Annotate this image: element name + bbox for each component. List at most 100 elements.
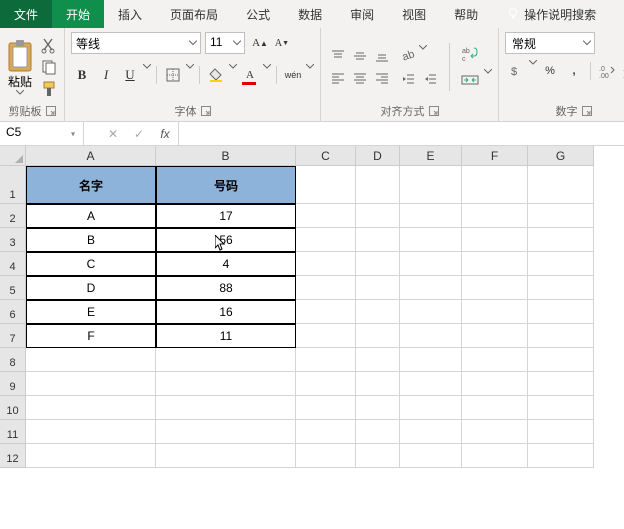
cell[interactable] [528,348,594,372]
cell[interactable] [26,444,156,468]
cell[interactable] [356,166,400,204]
cell[interactable] [528,444,594,468]
cell[interactable] [156,420,296,444]
cell[interactable] [296,166,356,204]
cell[interactable] [356,276,400,300]
cell[interactable] [296,228,356,252]
cancel-edit-button[interactable]: ✕ [100,122,126,145]
cell[interactable] [462,372,528,396]
cell[interactable] [156,372,296,396]
cell[interactable] [528,300,594,324]
menu-file[interactable]: 文件 [0,0,52,28]
cell[interactable] [462,300,528,324]
chevron-down-icon[interactable]: ▾ [66,129,80,138]
cell[interactable] [528,396,594,420]
cell[interactable] [400,252,462,276]
cell-B3[interactable]: 56 [156,228,296,252]
cell[interactable] [528,420,594,444]
align-middle-button[interactable] [349,46,371,66]
cell[interactable] [462,396,528,420]
cell-B6[interactable]: 16 [156,300,296,324]
wrap-text-button[interactable]: abc [458,42,482,66]
col-header-F[interactable]: F [462,146,528,166]
cell[interactable] [528,228,594,252]
row-header[interactable]: 4 [0,252,26,276]
cell[interactable] [462,252,528,276]
cell-B5[interactable]: 88 [156,276,296,300]
font-size-select[interactable]: 11 [205,32,245,54]
cell[interactable] [528,324,594,348]
merge-center-button[interactable] [458,68,482,92]
cell-A2[interactable]: A [26,204,156,228]
cell-B4[interactable]: 4 [156,252,296,276]
menu-page-layout[interactable]: 页面布局 [156,0,232,28]
cell[interactable] [528,204,594,228]
row-header[interactable]: 11 [0,420,26,444]
cell[interactable] [296,348,356,372]
increase-indent-button[interactable] [419,69,441,89]
cell-B7[interactable]: 11 [156,324,296,348]
cell-A6[interactable]: E [26,300,156,324]
align-bottom-button[interactable] [371,46,393,66]
format-painter-icon[interactable] [40,80,58,98]
cell[interactable] [400,444,462,468]
cell[interactable] [156,348,296,372]
cell[interactable] [296,252,356,276]
chevron-down-icon[interactable] [529,60,537,82]
cell[interactable] [462,204,528,228]
grow-font-button[interactable]: A▲ [249,32,271,54]
align-left-button[interactable] [327,68,349,88]
cell[interactable] [462,348,528,372]
dialog-launcher-icon[interactable] [46,106,56,116]
cell[interactable] [400,396,462,420]
cell[interactable] [356,348,400,372]
cell[interactable] [400,276,462,300]
phonetic-button[interactable]: wén [282,64,304,86]
insert-function-button[interactable]: fx [152,122,178,145]
decrease-decimal-button[interactable]: .00.0 [620,60,624,82]
row-header[interactable]: 1 [0,166,26,204]
cell-A1[interactable]: 名字 [26,166,156,204]
align-center-button[interactable] [349,68,371,88]
cell[interactable] [400,372,462,396]
menu-insert[interactable]: 插入 [104,0,156,28]
cell[interactable] [356,420,400,444]
cell[interactable] [26,396,156,420]
cell[interactable] [462,420,528,444]
cell[interactable] [296,396,356,420]
cell[interactable] [528,166,594,204]
col-header-A[interactable]: A [26,146,156,166]
paste-button[interactable]: 粘贴 [6,39,34,95]
cut-icon[interactable] [40,36,58,54]
menu-home[interactable]: 开始 [52,0,104,28]
col-header-D[interactable]: D [356,146,400,166]
comma-button[interactable]: , [563,60,585,82]
cell[interactable] [400,324,462,348]
cell-A4[interactable]: C [26,252,156,276]
chevron-down-icon[interactable] [229,64,237,86]
cell[interactable] [462,166,528,204]
cell[interactable] [400,204,462,228]
cell[interactable] [296,300,356,324]
menu-review[interactable]: 审阅 [336,0,388,28]
cell[interactable] [528,276,594,300]
menu-data[interactable]: 数据 [284,0,336,28]
col-header-E[interactable]: E [400,146,462,166]
copy-icon[interactable] [40,58,58,76]
percent-button[interactable]: % [539,60,561,82]
chevron-down-icon[interactable] [306,64,314,86]
dialog-launcher-icon[interactable] [201,106,211,116]
cell[interactable] [462,276,528,300]
chevron-down-icon[interactable] [263,64,271,86]
font-color-button[interactable]: A [239,64,261,86]
cell[interactable] [400,228,462,252]
cell[interactable] [356,300,400,324]
cell-B2[interactable]: 17 [156,204,296,228]
cell-A3[interactable]: B [26,228,156,252]
cell[interactable] [296,420,356,444]
orientation-button[interactable]: ab [397,45,419,65]
row-header[interactable]: 2 [0,204,26,228]
cell[interactable] [296,444,356,468]
cell[interactable] [296,276,356,300]
align-top-button[interactable] [327,46,349,66]
